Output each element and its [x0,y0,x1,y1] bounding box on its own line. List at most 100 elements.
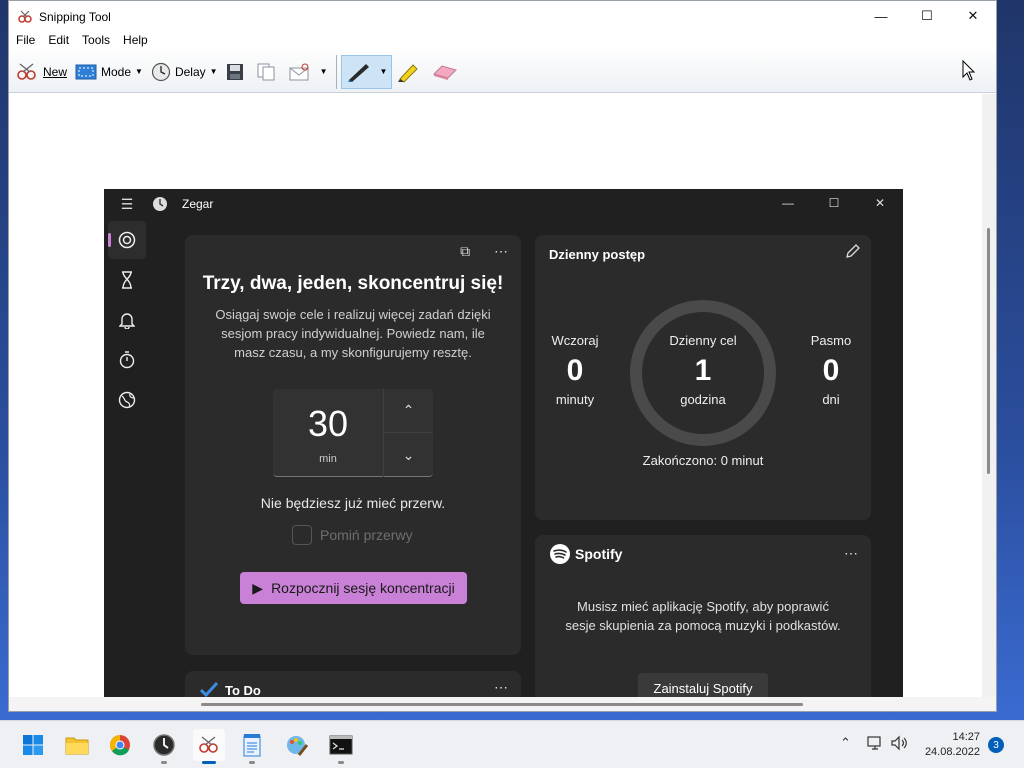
focus-sessions-icon[interactable] [108,221,146,259]
eraser-icon [433,64,458,80]
taskbar-chrome[interactable] [104,729,136,761]
new-button[interactable]: New [11,55,71,89]
menu-help[interactable]: Help [123,33,148,51]
nav-rail [104,219,150,421]
spotify-more-options-icon[interactable]: ⋯ [844,545,859,562]
clock-window-controls: — ☐ ✕ [765,189,903,217]
no-breaks-text: Nie będziesz już mieć przerw. [260,495,446,511]
highlighter-button[interactable] [392,55,428,89]
delay-label: Delay [174,64,206,79]
world-clock-globe-icon[interactable] [108,381,146,419]
copy-icon [257,63,275,80]
play-icon: ▶ [252,579,264,596]
yesterday-stat: Wczoraj 0 minuty [545,333,605,407]
command-prompt-icon [329,735,353,755]
duration-value[interactable]: 30 [273,403,383,445]
menu-tools[interactable]: Tools [82,33,110,51]
active-indicator [202,761,216,764]
snipping-tool-taskbar-icon [199,736,218,753]
alarm-bell-icon[interactable] [108,301,146,339]
skip-breaks-checkbox[interactable]: Pomiń przerwy [292,525,413,545]
delay-button[interactable]: Delay ▼ [147,55,222,89]
windows-start-icon [23,735,43,755]
taskbar-file-explorer[interactable] [61,729,93,761]
volume-icon[interactable] [890,735,908,754]
timer-hourglass-icon[interactable] [108,261,146,299]
taskbar-notepad[interactable] [236,729,268,764]
vertical-scrollbar[interactable] [982,94,996,711]
taskbar: ⌃ 14:27 24.08.2022 3 [0,720,1024,768]
start-focus-session-button[interactable]: ▶ Rozpocznij sesję koncentracji [240,572,467,604]
compact-overlay-icon[interactable]: ⧉ [460,243,471,259]
eraser-button[interactable] [428,55,466,89]
maximize-icon[interactable]: ☐ [904,1,950,31]
network-icon[interactable] [866,735,884,754]
notepad-icon [243,734,261,757]
vertical-scroll-thumb[interactable] [987,228,990,474]
increase-chevron-up-icon[interactable]: ⌃ [383,389,433,433]
title-bar: Snipping Tool [9,1,996,33]
menu-file[interactable]: File [16,33,35,51]
minimize-icon[interactable]: — [858,1,904,31]
new-snip-icon [17,62,36,80]
pen-dropdown-icon[interactable]: ▼ [380,67,388,76]
taskbar-clock[interactable] [148,729,180,764]
streak-value: 0 [822,354,840,387]
toolbar: New Mode ▼ Delay ▼ ▼ ▼ [9,51,996,93]
delay-dropdown-icon[interactable]: ▼ [210,67,218,76]
daily-goal-value: 1 [694,354,712,387]
horizontal-scrollbar[interactable] [9,697,996,711]
system-clock[interactable]: 14:27 24.08.2022 [925,730,980,760]
duration-unit: min [319,453,337,465]
file-explorer-folder-icon [65,737,89,755]
hamburger-menu-icon[interactable]: ☰ [104,196,150,213]
send-dropdown-icon[interactable]: ▼ [320,67,328,76]
mode-label: Mode [101,64,132,79]
highlighter-icon [398,63,419,83]
stopwatch-icon[interactable] [108,341,146,379]
menu-edit[interactable]: Edit [48,33,69,51]
checkbox-box[interactable] [292,525,312,545]
clock-close-icon[interactable]: ✕ [857,189,903,217]
yesterday-value: 0 [566,354,584,387]
start-button[interactable] [17,729,49,761]
taskbar-snipping-tool[interactable] [193,729,225,764]
mode-icon [75,64,97,79]
more-options-icon[interactable]: ⋯ [494,243,509,259]
window-title: Snipping Tool [39,10,111,24]
spotify-card: Spotify ⋯ Musisz mieć aplikację Spotify,… [535,535,871,699]
captured-clock-app: ☰ Zegar — ☐ ✕ ⧉ ⋯ Trzy, dwa, jeden, skon… [104,189,903,699]
pen-button[interactable]: ▼ [340,54,393,89]
save-button[interactable] [222,55,252,89]
mode-dropdown-icon[interactable]: ▼ [135,67,143,76]
yesterday-label: Wczoraj [551,333,599,348]
copy-button[interactable] [252,55,284,89]
horizontal-scroll-thumb[interactable] [201,703,803,706]
todo-more-options-icon[interactable]: ⋯ [494,679,509,696]
paint-icon [287,736,309,756]
edit-pencil-icon[interactable] [845,243,861,264]
daily-goal-stat: Dzienny cel 1 godzina [653,333,753,407]
yesterday-unit: minuty [555,392,595,407]
taskbar-terminal[interactable] [325,729,357,764]
close-icon[interactable]: ✕ [950,1,996,31]
install-spotify-button[interactable]: Zainstaluj Spotify [638,673,768,699]
mouse-cursor-icon [962,60,976,81]
clock-minimize-icon[interactable]: — [765,189,811,217]
snipping-tool-window: Snipping Tool — ☐ ✕ File Edit Tools Help… [8,0,997,712]
notification-badge[interactable]: 3 [988,737,1004,753]
streak-stat: Pasmo 0 dni [801,333,861,407]
pen-icon [347,63,369,82]
send-snip-button[interactable]: ▼ [284,55,332,89]
daily-progress-card: Dzienny postęp Wczoraj 0 minuty Dzienny … [535,235,871,520]
show-hidden-icons-chevron-up-icon[interactable]: ⌃ [840,735,851,751]
focus-description: Osiągaj swoje cele i realizuj więcej zad… [215,307,491,360]
running-indicator [249,761,255,764]
taskbar-paint[interactable] [281,729,313,761]
clock-maximize-icon[interactable]: ☐ [811,189,857,217]
decrease-chevron-down-icon[interactable]: ⌄ [383,433,433,477]
toolbar-separator [335,54,337,89]
focus-card-icons: ⧉ ⋯ [460,243,509,260]
streak-unit: dni [822,392,840,407]
mode-button[interactable]: Mode ▼ [71,55,147,89]
